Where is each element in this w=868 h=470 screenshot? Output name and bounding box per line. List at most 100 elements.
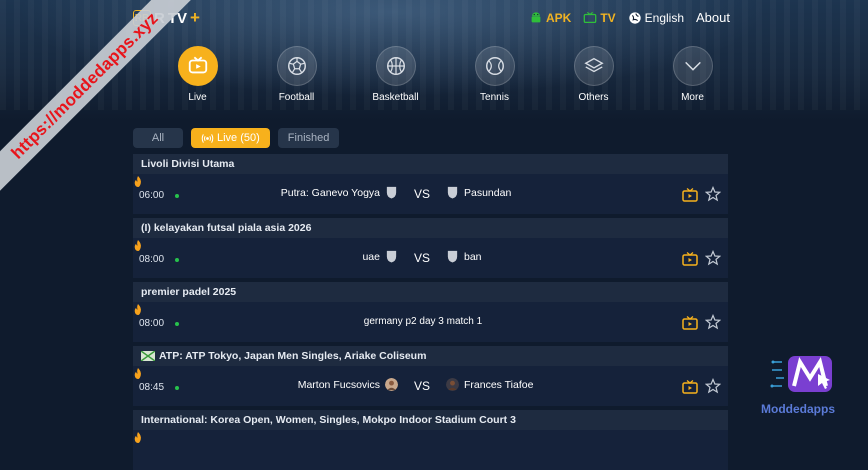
globe-icon	[628, 11, 641, 24]
layers-icon	[583, 57, 604, 73]
match-row[interactable]: 08:45 Marton Fucsovics VS Frances Tiafoe	[133, 366, 728, 406]
home-team-name: uae	[362, 250, 380, 263]
home-team: uae	[362, 250, 398, 263]
category-circle	[375, 46, 416, 86]
match-list: Livoli Divisi Utama 06:00 Putra: Ganevo …	[133, 154, 728, 470]
player-avatar-icon	[385, 378, 398, 391]
category-label: Others	[578, 92, 609, 103]
shield-icon	[447, 250, 458, 263]
category-basketball[interactable]: Basketball	[346, 46, 445, 103]
watch-tv-icon[interactable]	[682, 380, 698, 394]
category-circle	[177, 46, 218, 86]
live-tv-icon	[188, 56, 207, 74]
watermark-brand: Moddedapps	[761, 402, 835, 416]
fire-icon	[134, 240, 141, 251]
tv-link[interactable]: TV	[583, 10, 616, 25]
home-player: Marton Fucsovics	[298, 378, 398, 391]
fire-icon	[134, 176, 141, 187]
star-icon[interactable]	[705, 186, 721, 202]
home-player-name: Marton Fucsovics	[297, 378, 380, 391]
top-links: APK TV English About	[529, 10, 730, 25]
moddedapps-logo-icon	[770, 356, 832, 392]
match-time: 08:45	[139, 382, 165, 393]
category-circle	[276, 46, 317, 86]
category-football[interactable]: Football	[247, 46, 346, 103]
flag-icon	[141, 351, 155, 361]
vs-label: VS	[414, 379, 431, 393]
tv-icon	[583, 11, 597, 23]
match-row[interactable]	[133, 430, 728, 470]
category-more[interactable]: More	[643, 46, 742, 103]
android-icon	[531, 11, 541, 22]
star-icon[interactable]	[705, 314, 721, 330]
star-icon[interactable]	[705, 250, 721, 266]
match-time: 08:00	[139, 254, 165, 265]
apk-link[interactable]: APK	[529, 11, 571, 25]
filter-live[interactable]: Live (50)	[191, 128, 270, 148]
tennis-icon	[485, 57, 504, 75]
league-title: International: Korea Open, Women, Single…	[141, 414, 516, 426]
tv-label: TV	[600, 10, 616, 25]
away-team-name: ban	[464, 250, 482, 263]
about-label: About	[696, 10, 730, 25]
away-team: Pasundan	[446, 186, 511, 199]
football-icon	[287, 57, 306, 75]
watch-tv-icon[interactable]	[682, 188, 698, 202]
away-team-name: Pasundan	[464, 186, 512, 199]
filter-finished[interactable]: Finished	[277, 128, 340, 148]
filter-all[interactable]: All	[133, 128, 183, 148]
fire-icon	[134, 304, 141, 315]
category-circle	[474, 46, 515, 86]
match-row[interactable]: 08:00 germany p2 day 3 match 1	[133, 302, 728, 342]
filter-tabs: All Live (50) Finished	[133, 128, 340, 148]
filter-all-label: All	[151, 132, 165, 144]
category-nav: Live Football Basketball Tennis Others M…	[148, 46, 742, 103]
league-title: ATP: ATP Tokyo, Japan Men Singles, Ariak…	[159, 350, 427, 362]
fire-icon	[134, 368, 141, 379]
watch-tv-icon[interactable]	[682, 252, 698, 266]
league-header: premier padel 2025	[133, 282, 728, 302]
away-player-name: Frances Tiafoe	[464, 378, 534, 391]
shield-icon	[386, 186, 397, 199]
category-live[interactable]: Live	[148, 46, 247, 103]
live-dot	[175, 258, 179, 262]
about-link[interactable]: About	[696, 10, 730, 25]
home-team: Putra: Ganevo Yogya	[281, 186, 398, 199]
match-row[interactable]: 06:00 Putra: Ganevo Yogya VS Pasundan	[133, 174, 728, 214]
shield-icon	[386, 250, 397, 263]
match-time: 06:00	[139, 190, 165, 201]
basketball-icon	[386, 57, 405, 75]
live-dot	[175, 386, 179, 390]
filter-live-label: Live (50)	[217, 132, 260, 144]
vs-label: VS	[414, 187, 431, 201]
league-header: International: Korea Open, Women, Single…	[133, 410, 728, 430]
language-label: English	[644, 10, 685, 25]
logo-plus: +	[190, 8, 200, 27]
fire-icon	[134, 432, 141, 443]
shield-icon	[447, 186, 458, 199]
broadcast-icon	[201, 133, 214, 143]
watermark-logo: Moddedapps	[758, 352, 858, 424]
live-dot	[175, 194, 179, 198]
league-header: (I) kelayakan futsal piala asia 2026	[133, 218, 728, 238]
apk-label: APK	[545, 10, 572, 25]
star-icon[interactable]	[705, 378, 721, 394]
event-name: germany p2 day 3 match 1	[363, 316, 483, 327]
category-label: Live	[188, 92, 207, 103]
language-selector[interactable]: English	[628, 11, 684, 25]
category-tennis[interactable]: Tennis	[445, 46, 544, 103]
category-circle	[573, 46, 614, 86]
vs-label: VS	[414, 251, 431, 265]
league-title: Livoli Divisi Utama	[141, 158, 235, 170]
category-label: More	[681, 92, 704, 103]
category-label: Football	[278, 92, 315, 103]
filter-finished-label: Finished	[287, 132, 330, 144]
category-others[interactable]: Others	[544, 46, 643, 103]
away-player: Frances Tiafoe	[446, 378, 533, 391]
category-circle	[672, 46, 713, 86]
away-team: ban	[446, 250, 482, 263]
match-row[interactable]: 08:00 uae VS ban	[133, 238, 728, 278]
league-title: (I) kelayakan futsal piala asia 2026	[141, 222, 312, 234]
watch-tv-icon[interactable]	[682, 316, 698, 330]
category-label: Tennis	[480, 92, 509, 103]
